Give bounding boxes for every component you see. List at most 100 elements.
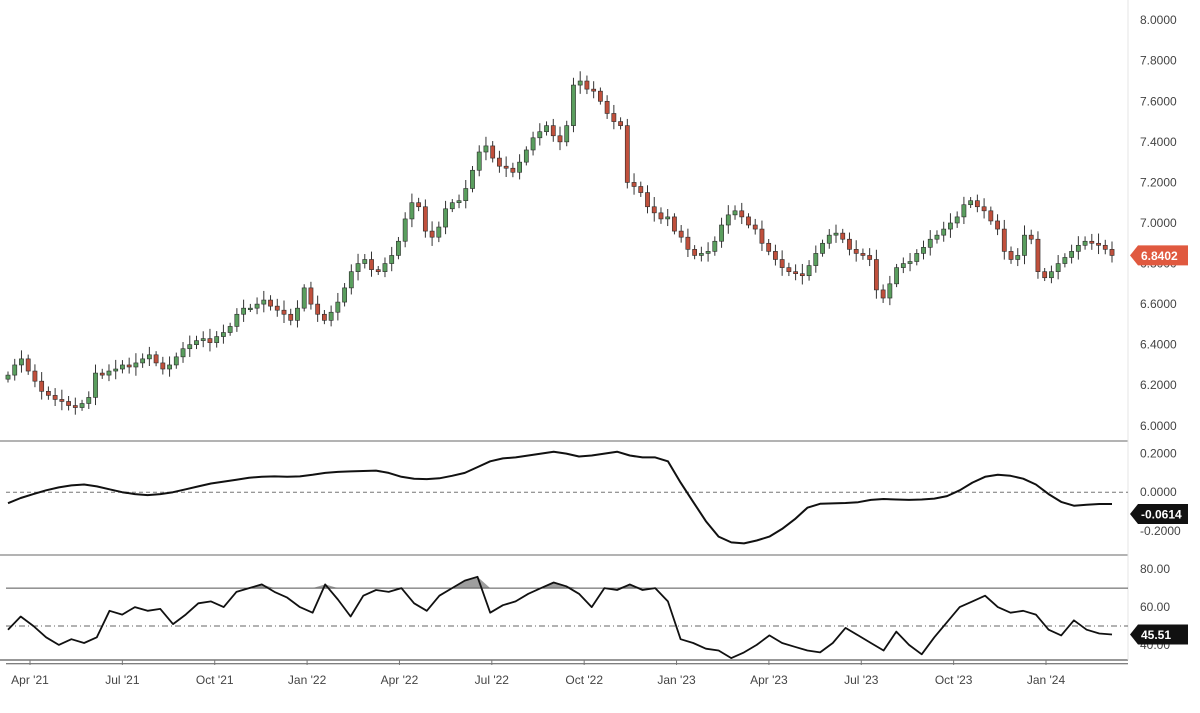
price-tick-label: 6.6000 [1140,297,1177,311]
candle-body [1022,234,1027,256]
candle-body [66,401,71,406]
candle-body [766,242,772,252]
candle-body [1062,257,1068,264]
candle-body [503,165,509,169]
oscillator-tick-label: 0.0000 [1140,485,1177,499]
candle-body [46,391,51,396]
candle-body [5,374,11,380]
candle-body [409,202,415,220]
candle-body [429,230,435,238]
candle-body [335,301,341,313]
candle-body [1001,228,1007,252]
candle-body [618,121,623,126]
candle-body [268,299,273,307]
candle-body [19,358,24,366]
candle-body [120,364,125,370]
x-tick-label: Jul '21 [105,673,140,687]
candle-body [685,236,691,250]
price-chart[interactable]: 8.00007.80007.60007.40007.20007.00006.80… [0,0,1200,708]
candle-body [806,265,812,277]
candle-body [678,230,684,238]
candle-body [490,145,496,159]
candle-body [194,340,199,345]
candle-body [93,372,98,398]
candle-body [348,271,354,289]
candle-body [1015,255,1021,260]
x-tick-label: Apr '23 [750,673,788,687]
price-tick-label: 8.0000 [1140,13,1177,27]
candle-body [436,226,442,238]
candle-body [207,338,213,343]
candle-body [591,88,597,92]
candle-body [719,224,724,242]
candle-body [867,255,873,260]
candle-body [187,344,193,350]
candle-body [322,313,327,321]
candle-body [106,370,112,376]
price-tick-label: 6.0000 [1140,419,1177,433]
rsi-last-value-text: 45.51 [1141,628,1171,642]
candle-body [389,255,395,264]
price-tick-label: 6.4000 [1140,338,1177,352]
candle-body [146,354,152,360]
candle-body [1055,263,1061,272]
candle-body [443,208,448,228]
candle-body [874,259,879,291]
price-tick-label: 7.0000 [1140,216,1177,230]
candle-body [773,251,778,260]
candle-body [261,299,267,305]
candle-body [402,218,408,242]
candle-body [968,200,974,206]
candle-body [786,267,792,272]
x-tick-label: Jul '23 [844,673,879,687]
candle-body [638,186,644,193]
candle-body [342,287,347,303]
candle-body [483,145,489,153]
candle-body [631,182,637,187]
candle-body [604,100,610,114]
candle-body [584,80,590,90]
candle-body [692,249,698,256]
candle-body [981,206,987,212]
candle-body [234,313,240,327]
candle-body [833,232,839,236]
chart-root: 8.00007.80007.60007.40007.20007.00006.80… [0,0,1200,708]
oscillator-tick-label: -0.2000 [1140,524,1181,538]
candle-body [759,228,765,244]
candle-body [645,192,650,208]
candle-body [470,169,475,189]
x-tick-label: Jan '23 [657,673,696,687]
candle-body [988,210,994,222]
rsi-series [6,575,1128,665]
candle-body [961,204,967,218]
oscillator-series [6,450,1128,545]
candle-body [126,364,132,368]
price-tick-label: 7.4000 [1140,135,1177,149]
x-tick-label: Jan '22 [288,673,327,687]
candle-body [954,216,960,224]
candle-body [880,289,886,299]
x-tick-label: Oct '21 [196,673,234,687]
candle-body [658,212,664,220]
candle-body [887,283,893,299]
candle-body [712,240,718,252]
x-tick-label: Oct '23 [935,673,973,687]
candle-body [301,287,307,309]
candle-body [274,305,280,311]
candle-body [72,405,78,408]
candle-body [752,224,758,230]
oscillator-line [7,450,1112,545]
rsi-line [7,575,1113,659]
candle-body [927,238,933,248]
candle-body [974,200,980,208]
candle-body [382,263,388,272]
candle-body [1082,240,1088,246]
candle-body [288,313,294,321]
x-tick-label: Jan '24 [1027,673,1066,687]
candle-body [914,253,920,262]
candle-body [564,125,570,143]
candle-body [894,267,899,285]
candle-body [113,368,119,372]
candle-body [160,362,166,370]
candle-body [577,80,583,86]
